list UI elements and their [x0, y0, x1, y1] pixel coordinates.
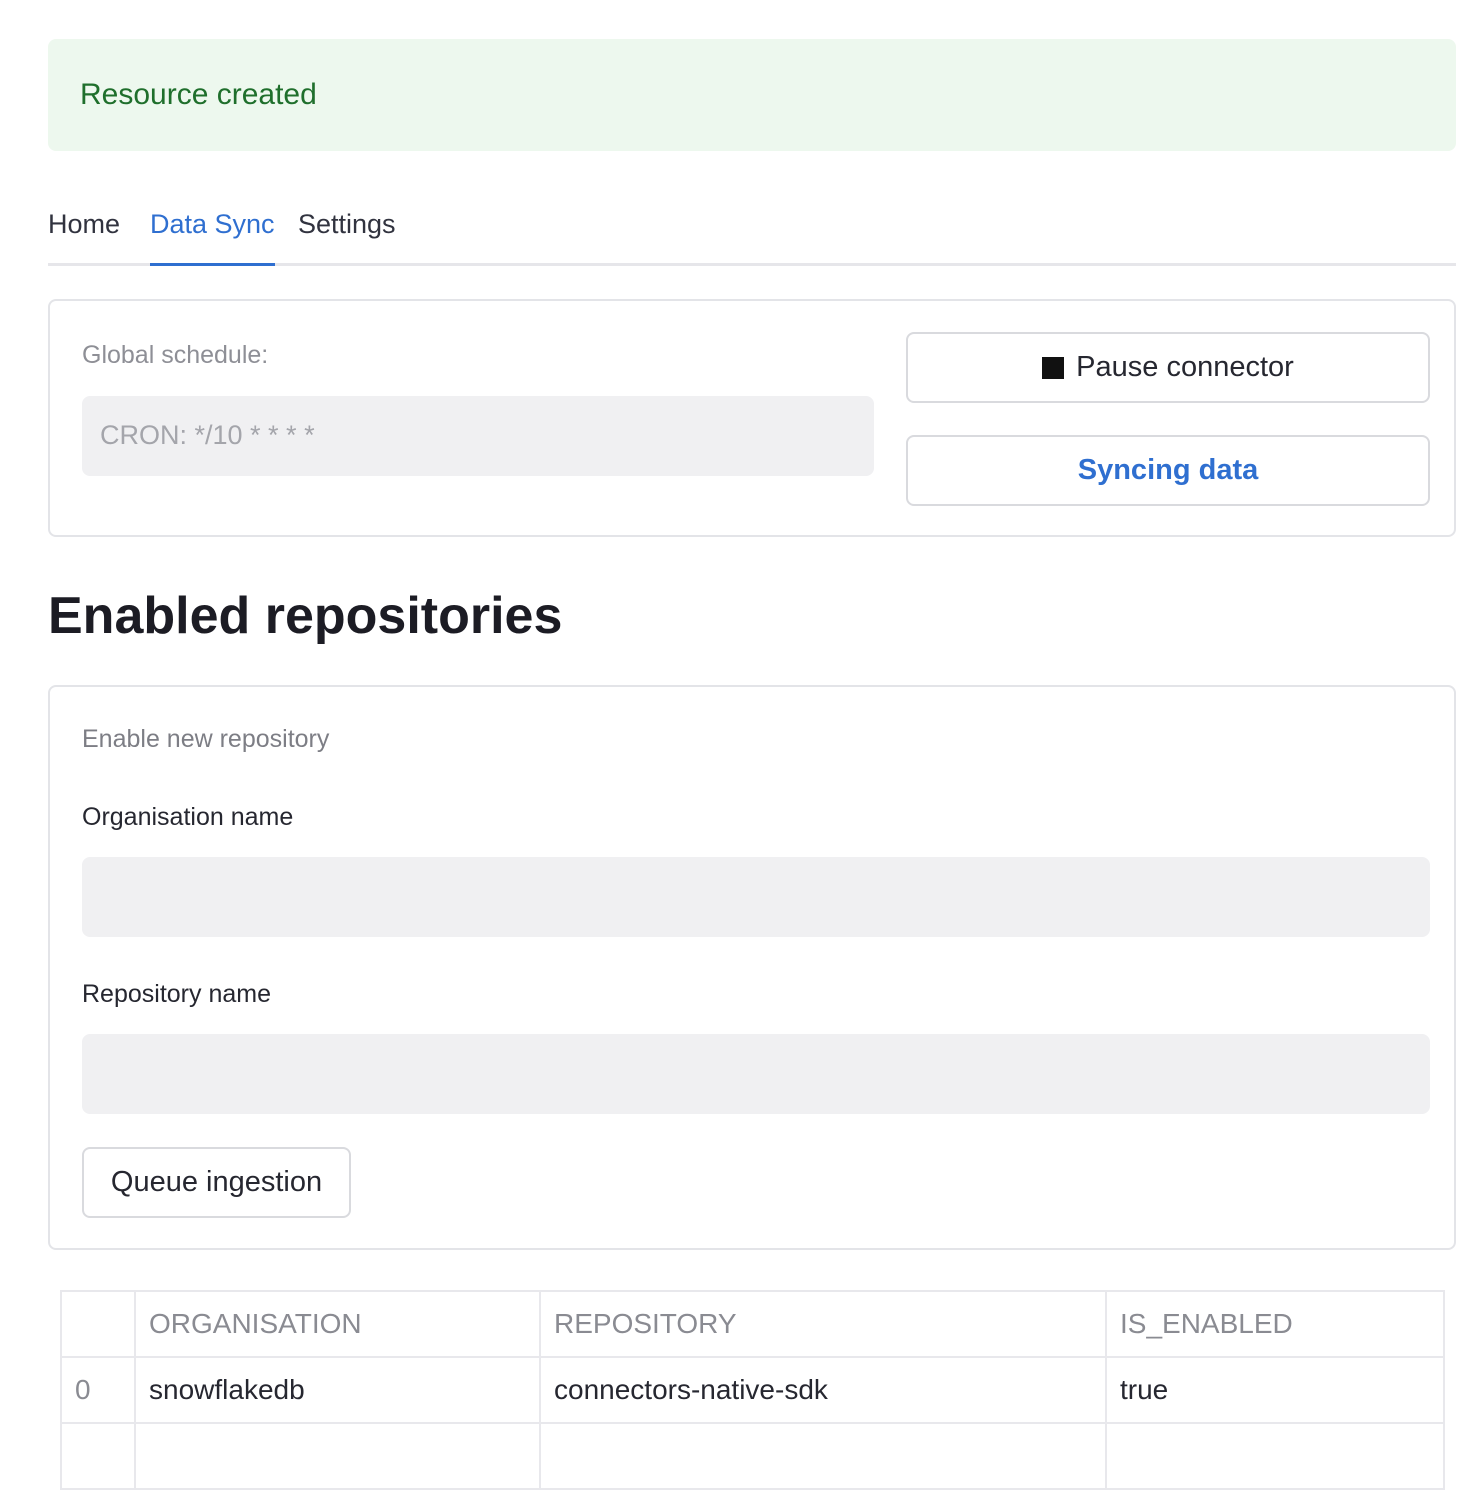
form-title: Enable new repository [82, 725, 330, 753]
stop-square-icon [1042, 356, 1065, 379]
organisation-name-input[interactable] [82, 857, 1430, 937]
section-title: Enabled repositories [48, 587, 563, 645]
queue-ingestion-button[interactable]: Queue ingestion [82, 1147, 351, 1218]
pause-connector-label: Pause connector [1076, 351, 1294, 383]
table-row [60, 1422, 1445, 1490]
table-row: 0 snowflakedb connectors-native-sdk true [60, 1356, 1445, 1424]
schedule-card: Global schedule: CRON: */10 * * * * Paus… [48, 299, 1456, 537]
tab-home[interactable]: Home [48, 196, 120, 266]
syncing-data-label: Syncing data [1077, 454, 1259, 486]
syncing-data-button[interactable]: Syncing data [906, 435, 1430, 506]
table-header-row: ORGANISATION REPOSITORY IS_ENABLED [60, 1290, 1445, 1358]
cell-organisation: snowflakedb [134, 1356, 541, 1424]
alert-message: Resource created [80, 78, 317, 111]
table-header-repository: REPOSITORY [539, 1290, 1107, 1358]
enable-repository-form: Enable new repository Organisation name … [48, 685, 1456, 1250]
repository-name-label: Repository name [82, 980, 271, 1008]
organisation-name-label: Organisation name [82, 803, 294, 831]
table-header-index [60, 1290, 136, 1358]
queue-ingestion-label: Queue ingestion [110, 1166, 323, 1198]
schedule-label: Global schedule: [82, 341, 269, 369]
cell-repository: connectors-native-sdk [539, 1356, 1107, 1424]
pause-connector-button[interactable]: Pause connector [906, 332, 1430, 403]
repository-name-input[interactable] [82, 1034, 1430, 1114]
table-header-organisation: ORGANISATION [134, 1290, 541, 1358]
row-index: 0 [60, 1356, 136, 1424]
tab-settings[interactable]: Settings [298, 196, 396, 266]
table-header-is-enabled: IS_ENABLED [1105, 1290, 1445, 1358]
tab-bar: Home Data Sync Settings [48, 196, 1456, 266]
schedule-value: CRON: */10 * * * * [82, 396, 874, 476]
cell-is-enabled: true [1105, 1356, 1445, 1424]
tab-data-sync[interactable]: Data Sync [150, 196, 275, 266]
repositories-table: ORGANISATION REPOSITORY IS_ENABLED 0 sno… [60, 1290, 1445, 1490]
success-alert: Resource created [48, 39, 1456, 151]
